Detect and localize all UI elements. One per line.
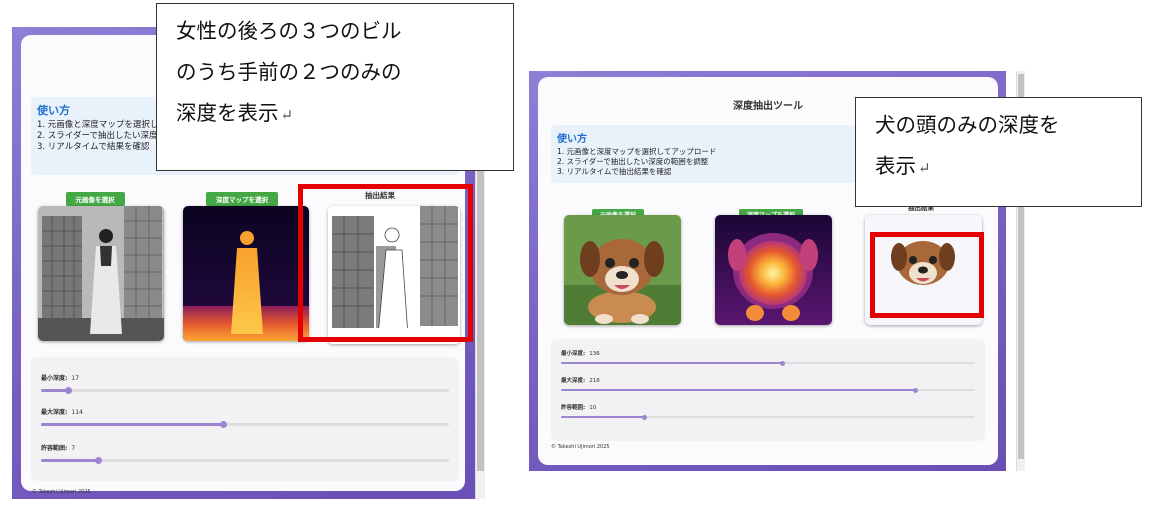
right-min-depth-value: 136 <box>589 351 600 357</box>
left-min-depth-row: 最小深度: 17 <box>41 373 449 394</box>
slider-knob[interactable] <box>65 387 73 394</box>
woman-city-photo <box>38 206 164 341</box>
right-tolerance-row: 許容範囲: 10 <box>561 403 975 420</box>
left-tolerance-label: 許容範囲: 7 <box>41 445 76 452</box>
dog-depth-map <box>715 215 832 325</box>
left-max-depth-row: 最大深度: 114 <box>41 407 449 428</box>
left-depth-panel: 深度マップを選択 <box>197 187 287 206</box>
right-max-depth-row: 最大深度: 218 <box>561 376 975 393</box>
left-callout-line-2: のうち手前の２つのみの <box>176 60 402 84</box>
woman-depth-map <box>183 206 309 341</box>
slider-knob[interactable] <box>641 414 647 420</box>
right-tolerance-label: 許容範囲: 10 <box>561 405 597 411</box>
slider-knob[interactable] <box>95 457 103 464</box>
right-callout-line-2: 表示 ↵ <box>875 154 931 178</box>
left-annotation-callout: 女性の後ろの３つのビル のうち手前の２つのみの 深度を表示 ↵ <box>156 3 514 171</box>
right-min-depth-label: 最小深度: 136 <box>561 351 600 357</box>
right-footer: © Takeshi Ujimori 2025 <box>551 444 610 450</box>
left-source-image <box>38 206 164 341</box>
left-depth-image <box>183 206 309 341</box>
left-select-depth-button[interactable]: 深度マップを選択 <box>206 192 278 206</box>
left-max-depth-label: 最大深度: 114 <box>41 409 83 416</box>
left-min-depth-value: 17 <box>71 375 80 382</box>
left-highlight-box <box>298 184 473 342</box>
slider-knob[interactable] <box>779 360 785 366</box>
return-mark-icon: ↵ <box>918 159 931 177</box>
right-max-depth-label: 最大深度: 218 <box>561 378 600 384</box>
right-source-image <box>564 215 681 325</box>
left-callout-line-3: 深度を表示 ↵ <box>176 101 294 125</box>
left-min-depth-label: 最小深度: 17 <box>41 375 80 382</box>
left-slider-panel: 最小深度: 17 最大深度: 114 許容範囲: 7 <box>31 357 459 481</box>
right-max-depth-value: 218 <box>589 378 600 384</box>
right-tolerance-slider[interactable] <box>561 414 975 420</box>
return-mark-icon: ↵ <box>280 106 294 124</box>
right-min-depth-slider[interactable] <box>561 360 975 366</box>
right-highlight-box <box>870 232 984 318</box>
right-tolerance-value: 10 <box>589 405 597 411</box>
right-slider-panel: 最小深度: 136 最大深度: 218 許容範囲: 10 <box>551 339 985 441</box>
left-select-source-button[interactable]: 元画像を選択 <box>65 192 125 206</box>
left-source-panel: 元画像を選択 <box>57 187 133 206</box>
left-max-depth-slider[interactable] <box>41 421 449 428</box>
left-max-depth-value: 114 <box>71 409 83 416</box>
left-tolerance-row: 許容範囲: 7 <box>41 443 449 464</box>
right-min-depth-row: 最小深度: 136 <box>561 349 975 366</box>
left-callout-line-1: 女性の後ろの３つのビル <box>176 19 402 43</box>
dog-photo <box>564 215 681 325</box>
right-callout-line-1: 犬の頭のみの深度を <box>875 113 1060 137</box>
left-footer: © Takeshi Ujimori 2025 <box>32 489 91 495</box>
right-depth-image <box>715 215 832 325</box>
slider-knob[interactable] <box>220 421 228 428</box>
slider-knob[interactable] <box>912 387 918 393</box>
left-tolerance-slider[interactable] <box>41 457 449 464</box>
right-annotation-callout: 犬の頭のみの深度を 表示 ↵ <box>855 97 1142 207</box>
left-min-depth-slider[interactable] <box>41 387 449 394</box>
right-max-depth-slider[interactable] <box>561 387 975 393</box>
left-tolerance-value: 7 <box>71 445 76 452</box>
